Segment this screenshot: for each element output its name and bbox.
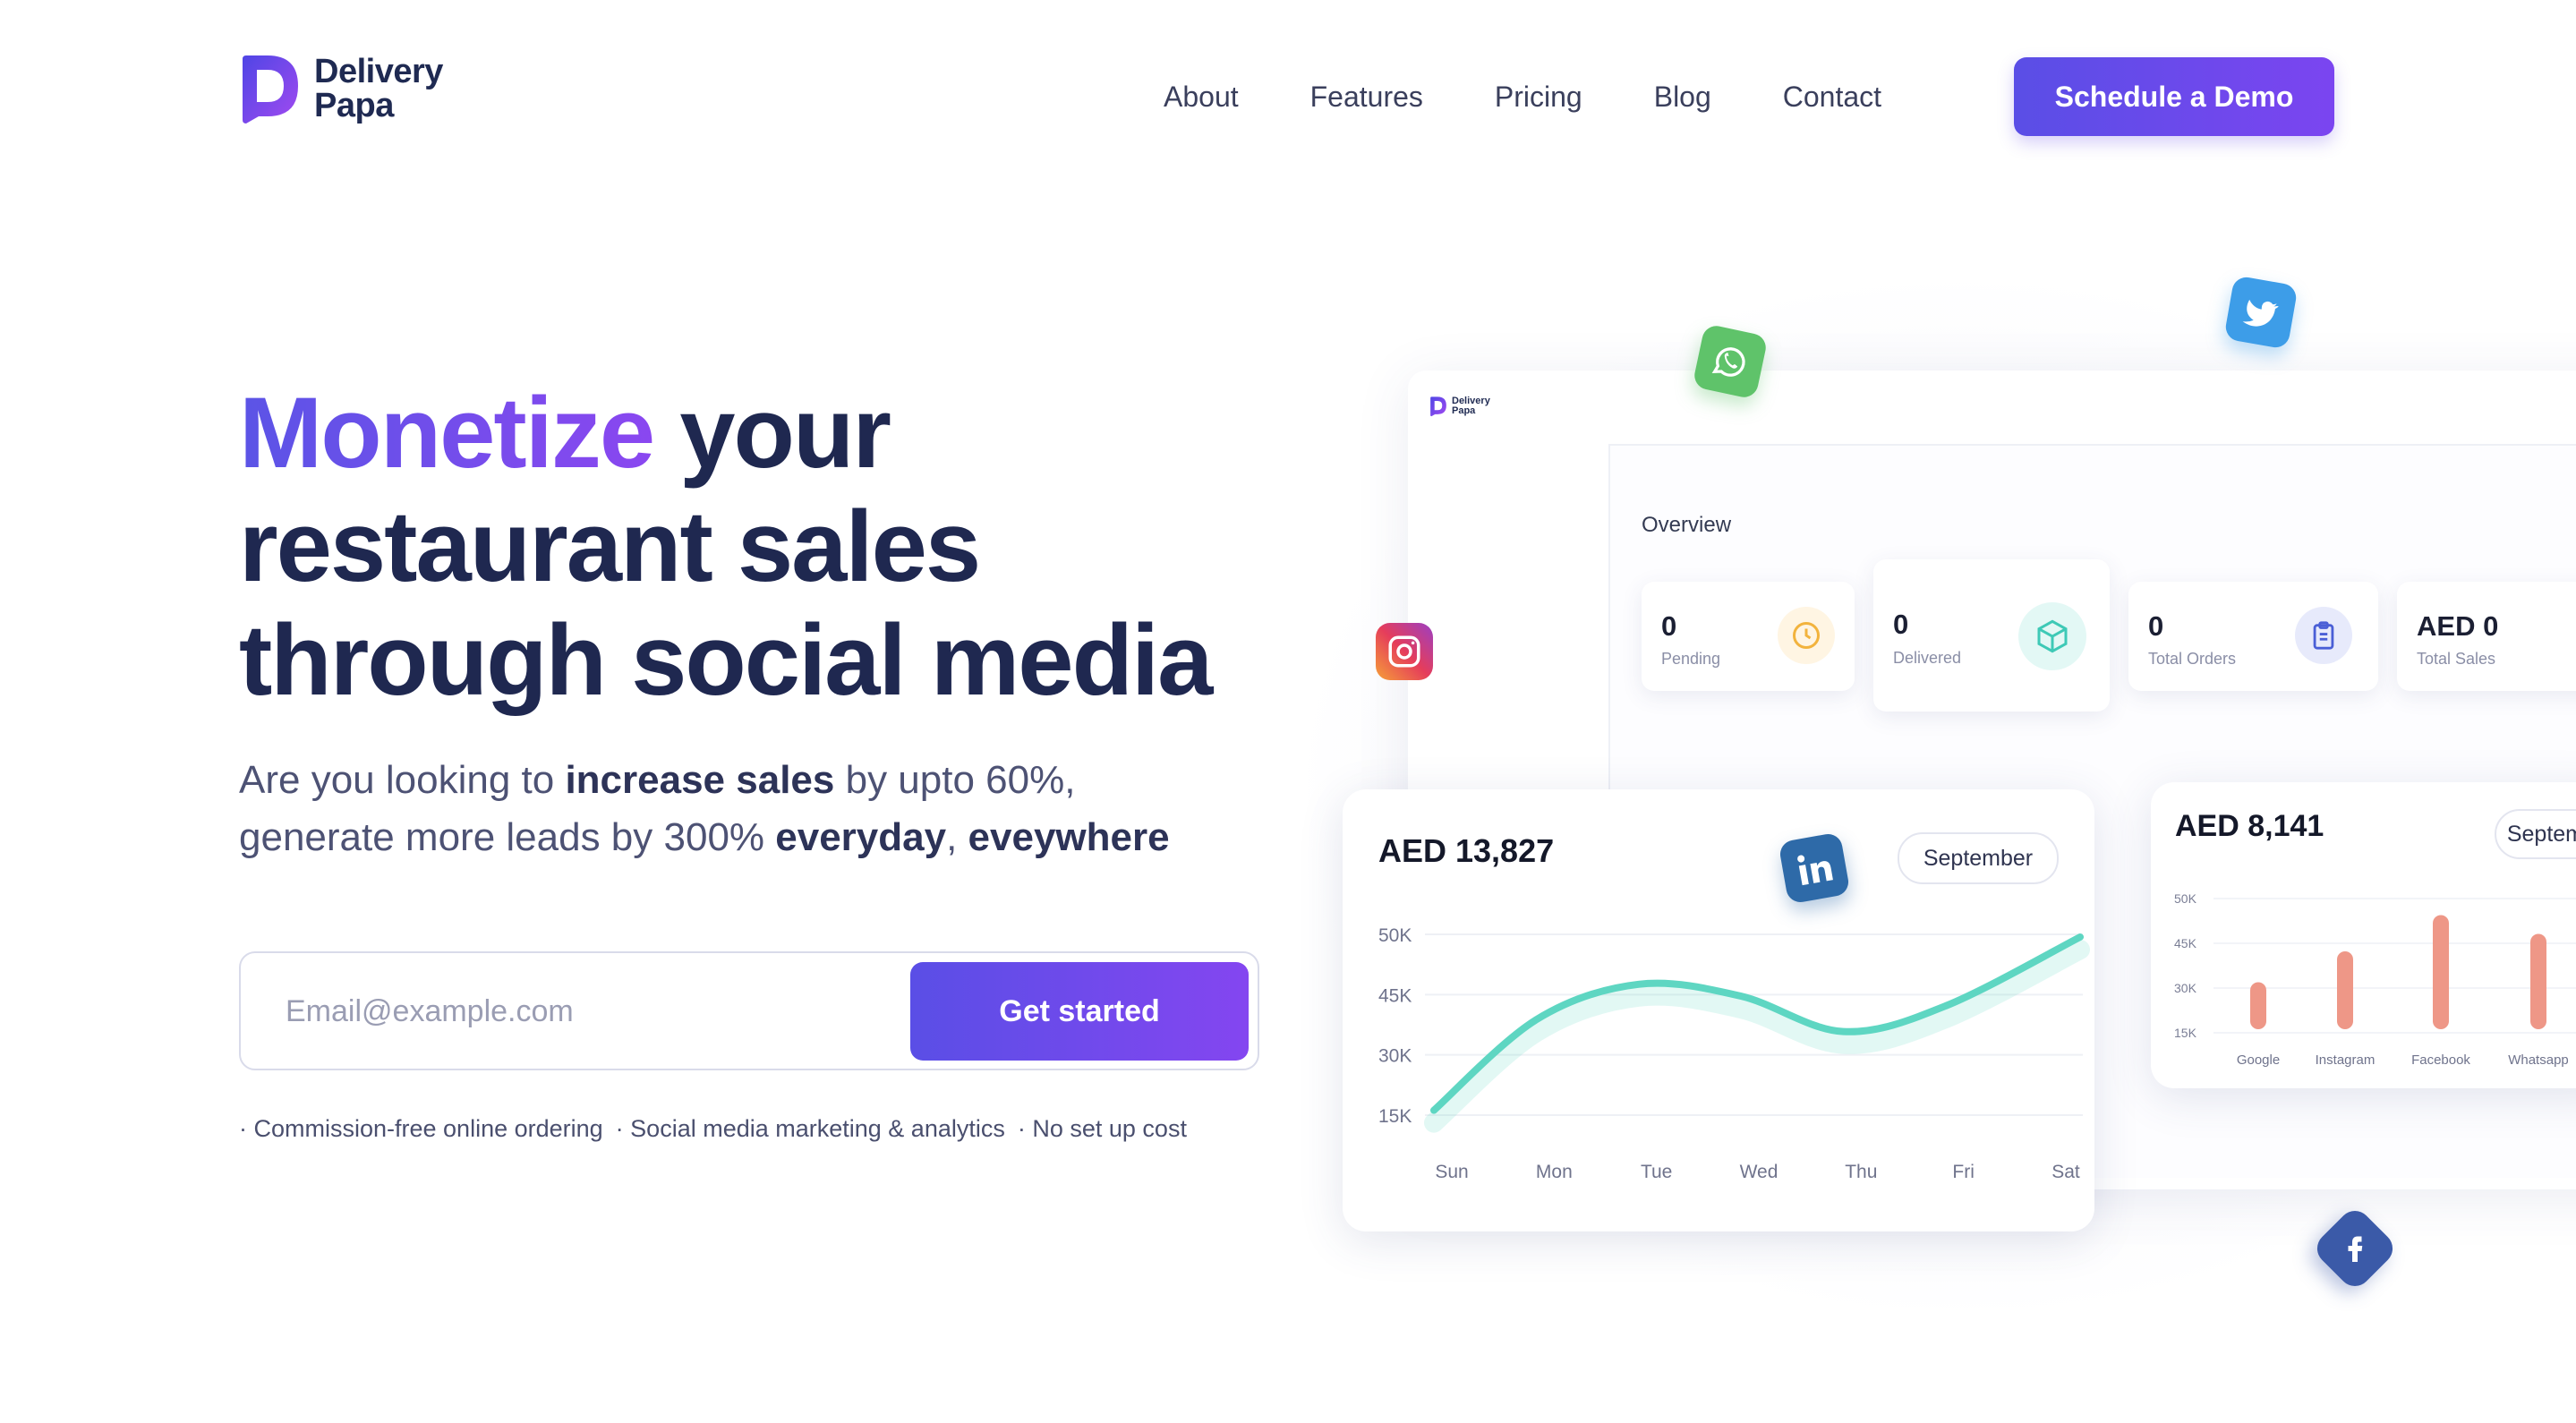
twitter-icon xyxy=(2223,275,2299,350)
y-tick-label: 50K xyxy=(1378,925,1412,946)
dashboard-logo: Delivery Papa xyxy=(1429,396,1490,417)
x-tick-label: Instagram xyxy=(2316,1052,2376,1068)
bar xyxy=(2250,982,2266,1029)
x-tick-label: Fri xyxy=(1952,1162,1975,1182)
hero-title: Monetize your restaurant sales through s… xyxy=(239,376,1213,717)
y-tick-label: 15K xyxy=(2174,1026,2197,1040)
x-tick-label: Sun xyxy=(1435,1162,1468,1182)
x-tick-label: Mon xyxy=(1536,1162,1573,1182)
signup-form: Get started xyxy=(239,951,1259,1070)
stat-card-pending: 0 Pending xyxy=(1642,582,1855,691)
y-tick-label: 30K xyxy=(1378,1046,1412,1067)
instagram-icon xyxy=(1376,623,1433,680)
schedule-demo-button[interactable]: Schedule a Demo xyxy=(2014,57,2334,136)
logo-mark-icon xyxy=(1430,396,1446,417)
x-tick-label: Sat xyxy=(2051,1162,2080,1182)
hero-title-line-3: through social media xyxy=(239,604,1213,716)
hero-title-rest: your xyxy=(653,377,891,489)
feature-item: Commission-free online ordering xyxy=(239,1115,603,1143)
nav-about[interactable]: About xyxy=(1164,81,1239,114)
y-tick-label: 50K xyxy=(2174,891,2197,906)
sales-line-chart: 50K 45K 30K 15K Sun Mon Tue Wed Thu Fri Sat xyxy=(1378,925,2090,1182)
stat-card-delivered: 0 Delivered xyxy=(1873,559,2110,712)
get-started-button[interactable]: Get started xyxy=(910,962,1249,1061)
clock-icon xyxy=(1778,607,1835,664)
sales-line-shadow xyxy=(1424,940,2090,1133)
box-icon xyxy=(2018,602,2086,670)
nav-contact[interactable]: Contact xyxy=(1783,81,1881,114)
bar xyxy=(2433,915,2449,1029)
y-tick-label: 45K xyxy=(1378,985,1412,1006)
main-nav: About Features Pricing Blog Contact xyxy=(1164,57,1953,136)
hero-title-line-2: restaurant sales xyxy=(239,490,981,602)
feature-item: No set up cost xyxy=(1018,1115,1187,1143)
nav-pricing[interactable]: Pricing xyxy=(1495,81,1582,114)
nav-blog[interactable]: Blog xyxy=(1654,81,1711,114)
bar xyxy=(2530,933,2546,1029)
x-tick-label: Whatsapp xyxy=(2508,1052,2569,1068)
channel-bar-chart: 50K 45K 30K 15K Google Instagram Facebook Whats… xyxy=(2174,891,2576,1068)
logo-mark-icon xyxy=(243,55,298,124)
y-tick-label: 30K xyxy=(2174,981,2197,995)
sales-chart-card: AED 13,827 September 50K 45K 30K 15K Sun Mon T… xyxy=(1343,789,2094,1231)
x-tick-label: Google xyxy=(2237,1052,2280,1068)
x-tick-label: Wed xyxy=(1740,1162,1778,1182)
x-tick-label: Tue xyxy=(1641,1162,1672,1182)
whatsapp-icon xyxy=(1692,323,1769,400)
feature-list: Commission-free online ordering Social m… xyxy=(239,1115,1187,1143)
channel-chart-card: AED 8,141 September 50K45K30K15KGoogleIn… xyxy=(2151,782,2576,1088)
hero-title-accent: Monetize xyxy=(239,377,655,489)
y-tick-label: 45K xyxy=(2174,936,2197,950)
hero-subtitle: Are you looking to increase sales by upt… xyxy=(239,758,1170,859)
logo-text: Delivery Papa xyxy=(314,53,443,124)
x-tick-label: Thu xyxy=(1845,1162,1877,1182)
y-tick-label: 15K xyxy=(1378,1106,1412,1127)
clipboard-icon xyxy=(2295,607,2352,664)
stat-card-total-sales: AED 0 Total Sales xyxy=(2397,582,2576,691)
linkedin-icon xyxy=(1778,831,1851,905)
overview-title: Overview xyxy=(1642,513,1732,537)
feature-item: Social media marketing & analytics xyxy=(616,1115,1005,1143)
nav-features[interactable]: Features xyxy=(1310,81,1423,114)
bar xyxy=(2337,951,2353,1029)
stat-card-total-orders: 0 Total Orders xyxy=(2128,582,2378,691)
logo[interactable]: Delivery Papa xyxy=(239,54,443,124)
x-tick-label: Facebook xyxy=(2411,1052,2470,1068)
